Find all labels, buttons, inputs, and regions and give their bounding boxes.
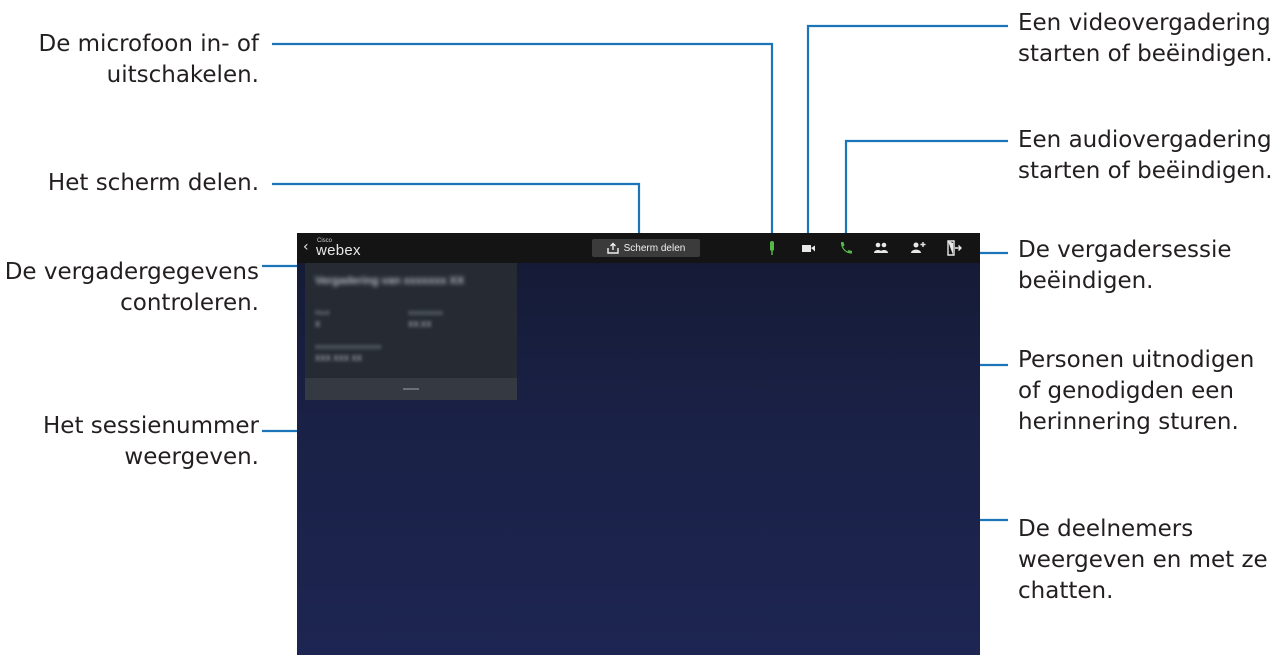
callout-audio: Een audiovergadering starten of beëindig… — [1018, 127, 1273, 184]
add-person-icon — [909, 239, 927, 257]
back-button[interactable]: ‹ Cisco webex — [303, 237, 363, 259]
callout-video: Een videovergadering starten of beëindig… — [1018, 10, 1273, 67]
callout-participants: De deelnemers weergeven en met ze chatte… — [1018, 516, 1268, 604]
info-label-blurred: Host — [315, 310, 330, 317]
exit-button[interactable] — [945, 239, 963, 257]
meeting-info-panel[interactable]: Vergadering van xxxxxxx XX Host X xxxxxx… — [305, 263, 517, 400]
mic-button[interactable] — [763, 239, 781, 257]
invite-button[interactable] — [909, 239, 927, 257]
participants-icon — [872, 239, 890, 257]
info-label-blurred: xxxxxxxxxx — [408, 310, 443, 317]
participants-button[interactable] — [872, 239, 890, 257]
action-bar: ‹ Cisco webex Scherm delen — [297, 233, 980, 263]
share-screen-button[interactable]: Scherm delen — [592, 239, 700, 257]
callout-session: Het sessienummer weergeven. — [43, 413, 259, 470]
audio-button[interactable] — [837, 239, 855, 257]
webex-logo: webex — [316, 242, 361, 259]
meeting-title-blurred: Vergadering van xxxxxxx XX — [315, 275, 465, 287]
video-button[interactable] — [799, 239, 817, 257]
callout-mic: De microfoon in- of uitschakelen. — [38, 31, 259, 88]
share-screen-label: Scherm delen — [623, 242, 686, 254]
exit-icon — [945, 239, 963, 257]
phone-icon — [837, 239, 855, 257]
info-panel-footer — [305, 378, 517, 400]
chevron-left-icon: ‹ — [303, 239, 309, 255]
drag-handle[interactable] — [403, 388, 419, 390]
callout-invite: Personen uitnodigen of genodigden een he… — [1018, 347, 1255, 435]
info-value-blurred: XX:XX — [408, 320, 432, 329]
session-number-blurred: XXX XXX XX — [315, 354, 363, 363]
callout-share: Het scherm delen. — [47, 170, 259, 196]
callout-info: De vergadergegevens controleren. — [4, 259, 259, 316]
info-value-blurred: X — [315, 320, 321, 329]
microphone-icon — [763, 239, 781, 257]
share-upload-icon — [606, 239, 619, 258]
webex-meeting-screen: ‹ Cisco webex Scherm delen Vergadering v… — [297, 233, 980, 655]
video-camera-icon — [799, 239, 817, 257]
callout-end: De vergadersessie beëindigen. — [1018, 237, 1232, 294]
session-number-label-blurred: xxxxxxxxxxxxxxxxxxx — [315, 344, 382, 351]
